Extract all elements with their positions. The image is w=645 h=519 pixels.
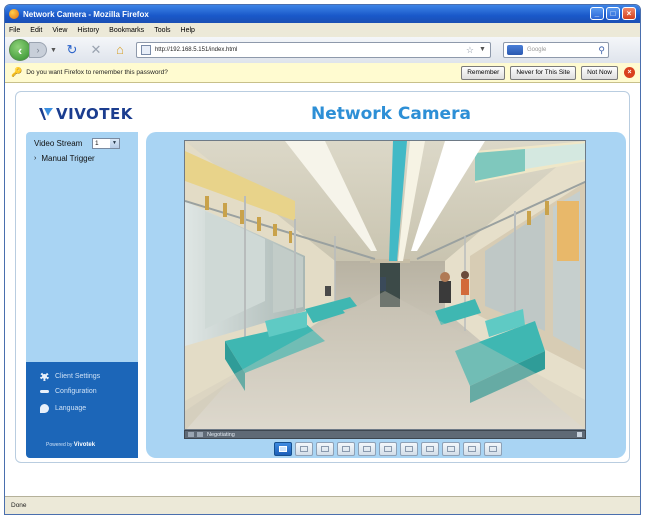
password-notification-bar: 🔑 Do you want Firefox to remember this p… (5, 63, 640, 83)
menu-file[interactable]: File (9, 27, 20, 34)
record-icon (363, 446, 371, 452)
password-message: Do you want Firefox to remember this pas… (26, 69, 168, 76)
chevron-down-icon: ▼ (110, 139, 119, 148)
video-stream-value: 1 (95, 140, 99, 147)
bookmark-star-icon[interactable]: ☆ (466, 45, 474, 56)
video-stream-label: Video Stream (34, 139, 83, 148)
menu-edit[interactable]: Edit (30, 27, 42, 34)
vivotek-logo[interactable]: VIVOTEK (38, 105, 133, 123)
menu-tools[interactable]: Tools (154, 27, 170, 34)
status-indicator-icon (577, 432, 582, 437)
search-bar[interactable]: Google ⚲ (502, 42, 609, 58)
menu-help[interactable]: Help (181, 27, 195, 34)
window-controls: _ □ × (590, 7, 636, 20)
logo-mark-icon (38, 106, 54, 122)
menu-bar: File Edit View History Bookmarks Tools H… (5, 23, 640, 37)
language-label: Language (55, 405, 87, 412)
reload-icon[interactable]: ↻ (64, 42, 80, 58)
mic-volume-icon (447, 446, 455, 452)
help-icon (489, 446, 497, 452)
menu-view[interactable]: View (52, 27, 67, 34)
status-text: Done (11, 502, 27, 509)
mute-button[interactable] (400, 442, 418, 456)
powered-by: Powered by Vivotek (46, 442, 95, 448)
page-favicon-icon (140, 45, 151, 55)
expand-arrow-icon: › (34, 155, 37, 162)
never-for-site-button[interactable]: Never for This Site (510, 66, 577, 80)
powered-by-label: Powered by (46, 442, 73, 448)
home-icon[interactable]: ⌂ (112, 42, 128, 58)
brand-name: VIVOTEK (56, 105, 133, 123)
audio-icon[interactable] (188, 432, 194, 437)
mute-icon (405, 446, 413, 452)
sidebar: Video Stream 1 ▼ › Manual Trigger Client… (26, 132, 138, 458)
microphone-icon (426, 446, 434, 452)
help-button[interactable] (484, 442, 502, 456)
maximize-button[interactable]: □ (606, 7, 620, 20)
volume-button[interactable] (379, 442, 397, 456)
wrench-icon (40, 390, 49, 393)
menu-history[interactable]: History (77, 27, 99, 34)
language-link[interactable]: Language (40, 404, 86, 413)
url-text[interactable]: http://192.168.5.151/index.html (155, 47, 237, 53)
powered-by-brand: Vivotek (73, 442, 96, 448)
video-status-text: Negotiating (207, 432, 235, 438)
talk-button[interactable] (421, 442, 439, 456)
forward-button[interactable]: › (29, 42, 47, 58)
settings-panel: Client Settings Configuration Language P… (26, 362, 138, 458)
firefox-icon (9, 9, 19, 19)
digital-zoom-button[interactable] (295, 442, 313, 456)
fullscreen-icon (468, 446, 476, 452)
page-title: Network Camera (311, 104, 471, 124)
video-toolbar (274, 442, 502, 456)
search-engine-icon[interactable] (506, 45, 523, 55)
video-panel: Negotiating (146, 132, 626, 458)
fullscreen-button[interactable] (463, 442, 481, 456)
record-button[interactable] (358, 442, 376, 456)
train-interior-image (185, 141, 585, 429)
client-settings-link[interactable]: Client Settings (40, 372, 100, 381)
gear-icon (40, 372, 49, 381)
status-bar: Done (5, 496, 640, 514)
search-placeholder[interactable]: Google (527, 47, 546, 53)
mic-volume-button[interactable] (442, 442, 460, 456)
remember-button[interactable]: Remember (461, 66, 506, 80)
video-status-bar: Negotiating (184, 430, 586, 439)
manual-trigger-toggle[interactable]: › Manual Trigger (34, 154, 95, 163)
close-notification-icon[interactable]: × (624, 67, 635, 78)
title-bar: Network Camera - Mozilla Firefox _ □ × (5, 5, 640, 23)
speech-bubble-icon (40, 404, 49, 413)
manual-trigger-label: Manual Trigger (41, 154, 95, 163)
snapshot-button[interactable] (274, 442, 292, 456)
not-now-button[interactable]: Not Now (581, 66, 618, 80)
window-title: Network Camera - Mozilla Firefox (23, 9, 149, 19)
video-stream-select[interactable]: 1 ▼ (92, 138, 120, 149)
stop-icon[interactable]: ✕ (88, 42, 104, 58)
zoom-icon (300, 446, 308, 452)
url-dropdown-icon[interactable]: ▼ (479, 46, 486, 53)
search-icon[interactable]: ⚲ (598, 45, 605, 56)
live-video-view[interactable] (184, 140, 586, 430)
back-button[interactable]: ‹ (9, 39, 31, 61)
close-button[interactable]: × (622, 7, 636, 20)
browser-window: Network Camera - Mozilla Firefox _ □ × F… (4, 4, 641, 515)
configuration-link[interactable]: Configuration (40, 388, 97, 395)
configuration-label: Configuration (55, 388, 97, 395)
client-settings-label: Client Settings (55, 373, 101, 380)
address-bar[interactable]: http://192.168.5.151/index.html ☆ ▼ (135, 42, 491, 58)
pause-button[interactable] (316, 442, 334, 456)
camera-page-frame: VIVOTEK Network Camera Video Stream 1 ▼ … (15, 91, 630, 463)
history-dropdown-icon[interactable]: ▼ (50, 47, 57, 54)
menu-bookmarks[interactable]: Bookmarks (109, 27, 144, 34)
stop-button[interactable] (337, 442, 355, 456)
mute-icon[interactable] (197, 432, 203, 437)
minimize-button[interactable]: _ (590, 7, 604, 20)
page-content: VIVOTEK Network Camera Video Stream 1 ▼ … (5, 83, 640, 497)
navigation-toolbar: ‹ › ▼ ↻ ✕ ⌂ http://192.168.5.151/index.h… (5, 37, 640, 63)
pause-icon (321, 446, 329, 452)
stop-icon (342, 446, 350, 452)
camera-icon (279, 446, 287, 452)
speaker-icon (384, 446, 392, 452)
key-icon: 🔑 (11, 67, 23, 77)
